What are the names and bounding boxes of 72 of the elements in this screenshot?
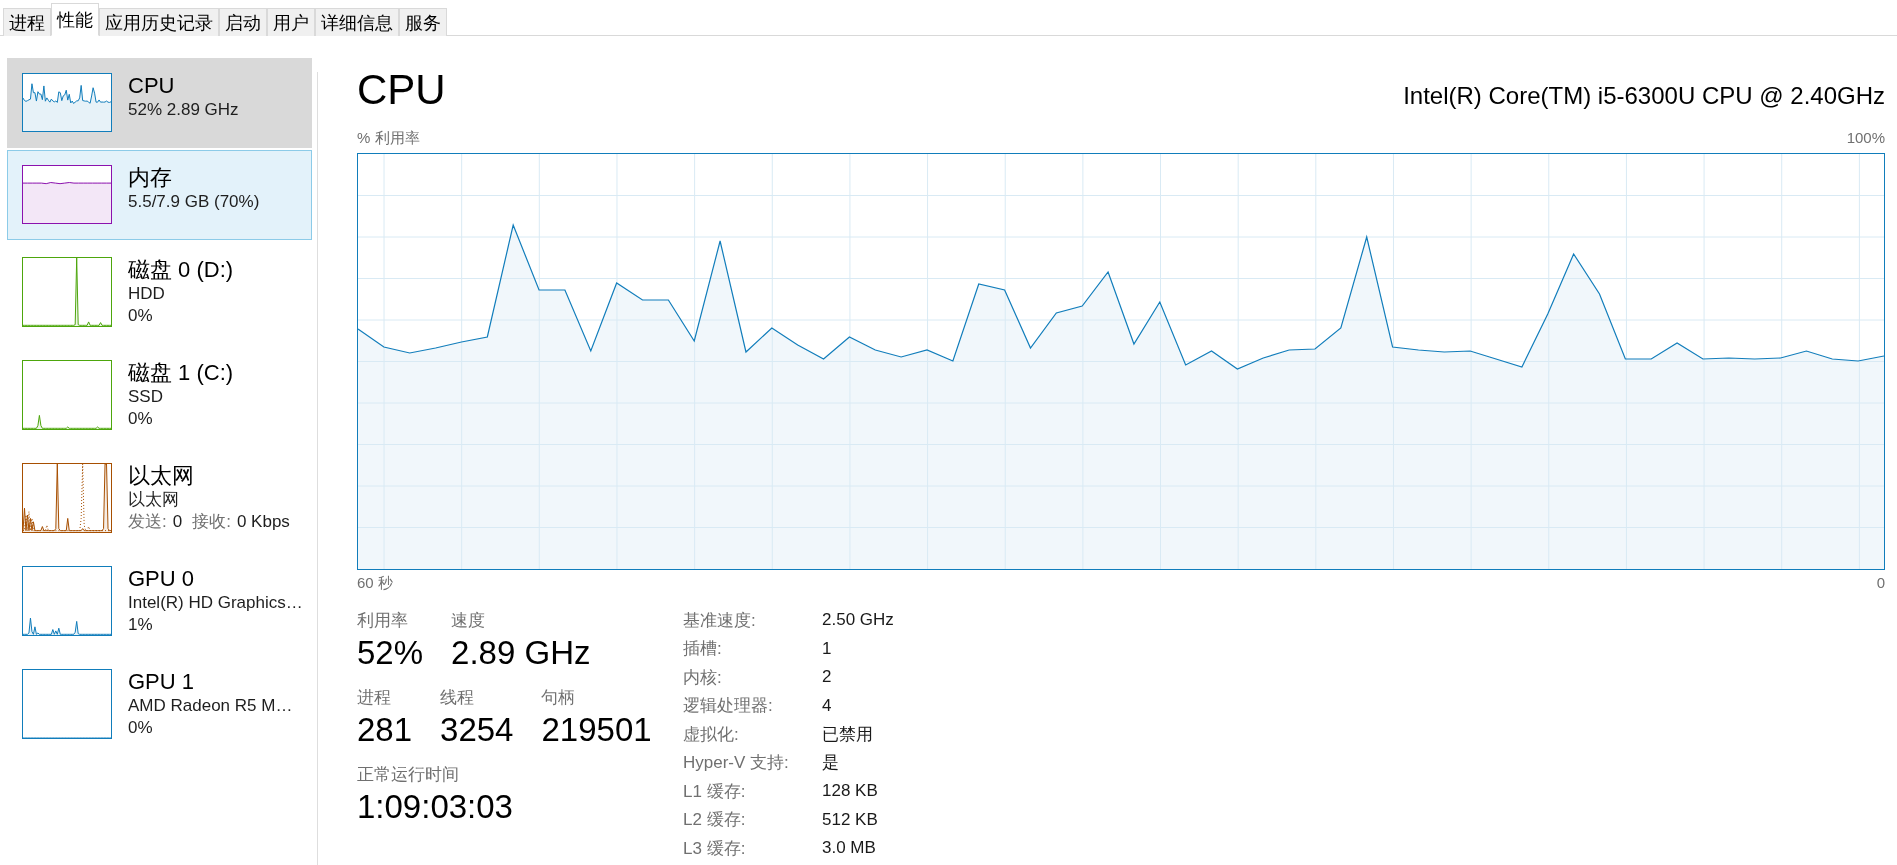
device-detail: AMD Radeon R5 M…: [128, 695, 293, 717]
device-name: GPU 0: [128, 566, 195, 592]
spec-value: 512 KB: [822, 809, 878, 830]
stat-label: 进程: [357, 687, 391, 709]
tab[interactable]: 详细信息: [315, 8, 399, 36]
device-detail: HDD: [128, 283, 165, 305]
tab[interactable]: 用户: [267, 8, 315, 36]
device-detail: 52% 2.89 GHz: [128, 99, 239, 121]
stat-value: 1:09:03:03: [357, 787, 513, 827]
time-end-label: 0: [1876, 574, 1885, 592]
spec-value: 4: [822, 695, 832, 716]
device-detail: Intel(R) HD Graphics…: [128, 592, 303, 614]
time-start-label: 60 秒: [357, 574, 393, 592]
stat-value: 3254: [440, 710, 514, 750]
sidebar-item[interactable]: CPU 52% 2.89 GHz: [7, 58, 312, 148]
device-detail: 1%: [128, 614, 153, 636]
spec-label: L1 缓存:: [683, 780, 746, 803]
device-name: 磁盘 1 (C:): [128, 360, 234, 386]
device-name: GPU 1: [128, 669, 195, 695]
rate-label: 接收:: [192, 511, 231, 533]
spec-value: 2: [822, 667, 832, 688]
spec-value: 已禁用: [822, 723, 873, 746]
axis-title: % 利用率: [357, 129, 420, 147]
device-name: CPU: [128, 73, 175, 99]
spec-label: 插槽:: [683, 638, 722, 661]
stat-label: 正常运行时间: [357, 764, 459, 786]
device-detail: 0%: [128, 305, 153, 327]
rate-label: 发送:: [128, 511, 167, 533]
panel-title: CPU: [357, 65, 446, 115]
stat-label: 句柄: [541, 687, 576, 709]
spec-label: 逻辑处理器:: [683, 695, 773, 718]
sidebar-item[interactable]: 磁盘 0 (D:) HDD 0%: [7, 242, 312, 343]
tab[interactable]: 应用历史记录: [99, 8, 219, 36]
sidebar-item[interactable]: 以太网 以太网 发送: 0 接收: 0 Kbps: [7, 448, 312, 549]
sidebar-item[interactable]: GPU 1 AMD Radeon R5 M… 0%: [7, 654, 312, 755]
rate-value: 0 Kbps: [236, 511, 290, 533]
stat-value: 281: [357, 710, 413, 750]
device-detail: 0%: [128, 717, 153, 739]
spec-value: 是: [822, 752, 839, 775]
device-name: 磁盘 0 (D:): [128, 257, 234, 283]
stat-value: 219501: [541, 710, 652, 750]
spec-label: 虚拟化:: [683, 723, 739, 746]
stat-label: 利用率: [357, 610, 408, 632]
spec-value: 1: [822, 638, 832, 659]
spec-label: 内核:: [683, 666, 722, 689]
device-detail: SSD: [128, 386, 163, 408]
processor-model: Intel(R) Core(TM) i5-6300U CPU @ 2.40GHz: [1403, 81, 1885, 111]
tab[interactable]: 进程: [3, 8, 51, 36]
tab[interactable]: 服务: [399, 8, 447, 36]
spec-label: Hyper-V 支持:: [683, 752, 789, 775]
tab[interactable]: 性能: [51, 3, 99, 36]
device-detail: 以太网: [128, 489, 179, 511]
spec-label: 基准速度:: [683, 609, 756, 632]
sidebar-item[interactable]: 内存 5.5/7.9 GB (70%): [7, 150, 312, 240]
spec-value: 128 KB: [822, 781, 878, 802]
sidebar-item[interactable]: 磁盘 1 (C:) SSD 0%: [7, 345, 312, 446]
device-name: 内存: [128, 165, 172, 191]
stat-label: 速度: [451, 610, 486, 632]
stat-value: 2.89 GHz: [451, 633, 591, 673]
axis-max-label: 100%: [1846, 129, 1885, 147]
stat-value: 52%: [357, 633, 424, 673]
rate-value: 0: [172, 511, 183, 533]
spec-label: L2 缓存:: [683, 809, 746, 832]
spec-label: L3 缓存:: [683, 837, 746, 860]
device-detail: 5.5/7.9 GB (70%): [128, 191, 260, 213]
device-detail: 0%: [128, 408, 153, 430]
sidebar-item[interactable]: GPU 0 Intel(R) HD Graphics… 1%: [7, 551, 312, 652]
spec-value: 3.0 MB: [822, 838, 876, 859]
device-name: 以太网: [128, 463, 194, 489]
spec-value: 2.50 GHz: [822, 610, 894, 631]
stat-label: 线程: [440, 687, 475, 709]
tab[interactable]: 启动: [219, 8, 267, 36]
